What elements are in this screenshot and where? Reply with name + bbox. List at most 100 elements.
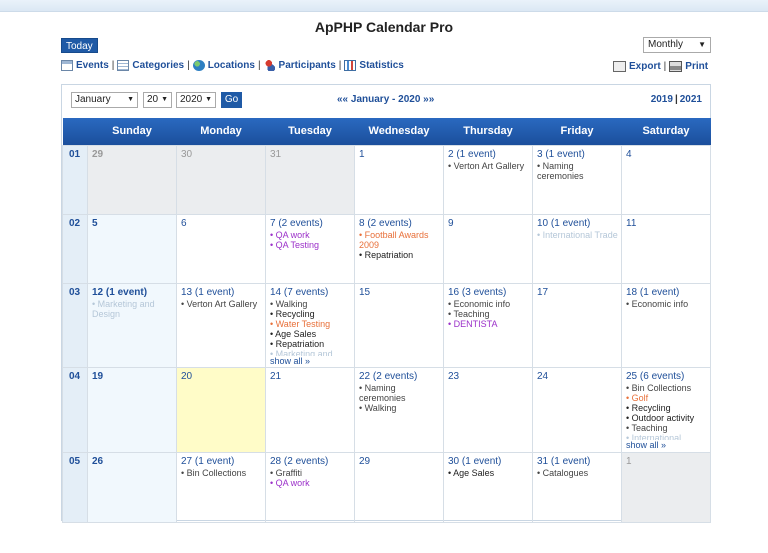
day-number-link[interactable]: 15 <box>359 287 440 298</box>
event-item[interactable]: • Age Sales <box>270 329 351 339</box>
event-item[interactable]: • Bin Collections <box>181 468 262 478</box>
day-number-link[interactable]: 9 <box>448 218 529 229</box>
day-number-link[interactable]: 13 (1 event) <box>181 287 262 298</box>
day-number-link[interactable]: 25 (6 events) <box>626 371 707 382</box>
nav-statistics[interactable]: Statistics <box>359 60 403 71</box>
view-select[interactable]: Monthly ▼ <box>643 37 711 53</box>
print-link[interactable]: Print <box>685 61 708 72</box>
day-cell[interactable]: 8 (2 events) • Football Awards 2009 • Repa… <box>354 213 444 284</box>
day-number-link[interactable]: 5 <box>92 218 173 229</box>
event-item[interactable]: • Repatriation <box>359 250 440 260</box>
day-cell[interactable]: 31 (1 event) • Catalogues <box>532 451 622 523</box>
event-item[interactable]: • Marketing and Design <box>92 299 173 319</box>
day-number-link[interactable]: 21 <box>270 371 351 382</box>
event-item[interactable]: • Teaching <box>626 423 707 433</box>
nav-locations[interactable]: Locations <box>208 60 255 71</box>
event-item[interactable]: • Economic info <box>448 299 529 309</box>
event-item[interactable]: • Bin Collections <box>626 383 707 393</box>
day-number-link[interactable]: 6 <box>181 218 262 229</box>
period-nav[interactable]: «« January - 2020 »» <box>337 94 434 105</box>
event-item[interactable]: • Football Awards 2009 <box>359 230 440 250</box>
day-cell[interactable]: 23 <box>443 366 533 453</box>
day-number-link[interactable]: 10 (1 event) <box>537 218 618 229</box>
event-item[interactable]: • DENTISTA <box>448 319 529 329</box>
event-item[interactable]: • Water Testing <box>270 319 351 329</box>
day-number-link[interactable]: 27 (1 event) <box>181 456 262 467</box>
day-cell[interactable]: 14 (7 events) • Walking • Recycling • Water… <box>265 282 355 368</box>
event-item[interactable]: • Economic info <box>626 299 707 309</box>
day-number-link[interactable]: 29 <box>359 456 440 467</box>
day-cell[interactable]: 9 <box>443 213 533 284</box>
day-number-link[interactable]: 11 <box>626 218 707 229</box>
nav-categories[interactable]: Categories <box>132 60 184 71</box>
event-item[interactable]: • Graffiti <box>270 468 351 478</box>
day-number-link[interactable]: 20 <box>181 371 262 382</box>
day-cell[interactable]: 22 (2 events) • Naming ceremonies • Walkin… <box>354 366 444 453</box>
event-item[interactable]: • Naming ceremonies <box>359 383 440 403</box>
next-year-link[interactable]: 2021 <box>680 94 702 105</box>
event-item[interactable]: • Catalogues <box>537 468 618 478</box>
nav-events[interactable]: Events <box>76 60 109 71</box>
day-select[interactable]: 20 ▼ <box>143 92 172 108</box>
day-cell[interactable]: 30 <box>176 144 266 215</box>
day-number-link[interactable]: 30 (1 event) <box>448 456 529 467</box>
event-item[interactable]: • Marketing and <box>270 349 351 356</box>
day-cell[interactable]: 18 (1 event) • Economic info <box>621 282 711 368</box>
day-cell[interactable]: 24 <box>532 366 622 453</box>
week-number[interactable]: 05 <box>62 451 88 523</box>
nav-participants[interactable]: Participants <box>279 60 336 71</box>
day-cell[interactable]: 19 <box>87 366 177 453</box>
day-number-link[interactable]: 22 (2 events) <box>359 371 440 382</box>
day-cell[interactable]: 21 <box>265 366 355 453</box>
day-number-link[interactable]: 26 <box>92 456 173 467</box>
day-number-link[interactable]: 14 (7 events) <box>270 287 351 298</box>
event-item[interactable]: • International Trade <box>537 230 618 240</box>
day-cell[interactable]: 3 (1 event) • Naming ceremonies <box>532 144 622 215</box>
today-button[interactable]: Today <box>61 38 98 53</box>
go-button[interactable]: Go <box>221 92 242 108</box>
day-cell[interactable]: 29 <box>87 144 177 215</box>
day-number-link[interactable]: 18 (1 event) <box>626 287 707 298</box>
day-cell[interactable]: 25 (6 events) • Bin Collections • Golf • Re… <box>621 366 711 453</box>
event-item[interactable]: • QA Testing <box>270 240 351 250</box>
event-item[interactable]: • Teaching <box>448 309 529 319</box>
week-number[interactable]: 02 <box>62 213 88 284</box>
day-number-link[interactable]: 7 (2 events) <box>270 218 351 229</box>
event-item[interactable]: • QA work <box>270 478 351 488</box>
day-number-link[interactable]: 28 (2 events) <box>270 456 351 467</box>
day-number-link[interactable]: 4 <box>626 149 707 160</box>
day-cell[interactable]: 17 <box>532 282 622 368</box>
event-item[interactable]: • QA work <box>270 230 351 240</box>
day-cell[interactable]: 27 (1 event) • Bin Collections <box>176 451 266 523</box>
day-cell[interactable]: 31 <box>265 144 355 215</box>
day-number-link[interactable]: 23 <box>448 371 529 382</box>
day-cell[interactable]: 2 (1 event) • Verton Art Gallery <box>443 144 533 215</box>
week-number[interactable]: 01 <box>62 144 88 215</box>
show-all-link[interactable]: show all » <box>626 440 707 450</box>
event-item[interactable]: • Recycling <box>626 403 707 413</box>
day-number-link[interactable]: 2 (1 event) <box>448 149 529 160</box>
day-number-link[interactable]: 17 <box>537 287 618 298</box>
day-cell[interactable]: 28 (2 events) • Graffiti • QA work <box>265 451 355 523</box>
event-item[interactable]: • Walking <box>270 299 351 309</box>
day-cell[interactable]: 4 <box>621 144 711 215</box>
day-number-link[interactable]: 16 (3 events) <box>448 287 529 298</box>
month-select[interactable]: January ▼ <box>71 92 138 108</box>
day-cell[interactable]: 6 <box>176 213 266 284</box>
day-cell[interactable]: 1 <box>354 144 444 215</box>
day-number-link[interactable]: 31 (1 event) <box>537 456 618 467</box>
day-cell[interactable]: 7 (2 events) • QA work • QA Testing <box>265 213 355 284</box>
day-cell[interactable]: 10 (1 event) • International Trade <box>532 213 622 284</box>
year-select[interactable]: 2020 ▼ <box>176 92 216 108</box>
day-number-link[interactable]: 12 (1 event) <box>92 287 173 298</box>
day-number-link[interactable]: 24 <box>537 371 618 382</box>
show-all-link[interactable]: show all » <box>270 356 351 366</box>
day-cell[interactable]: 30 (1 event) • Age Sales <box>443 451 533 523</box>
day-cell[interactable]: 5 <box>87 213 177 284</box>
day-number-link[interactable]: 31 <box>270 149 351 160</box>
event-item[interactable]: • Outdoor activity <box>626 413 707 423</box>
day-cell[interactable]: 1 <box>621 451 711 523</box>
event-item[interactable]: • Repatriation <box>270 339 351 349</box>
day-cell[interactable]: 12 (1 event) • Marketing and Design <box>87 282 177 368</box>
day-cell[interactable]: 13 (1 event) • Verton Art Gallery <box>176 282 266 368</box>
